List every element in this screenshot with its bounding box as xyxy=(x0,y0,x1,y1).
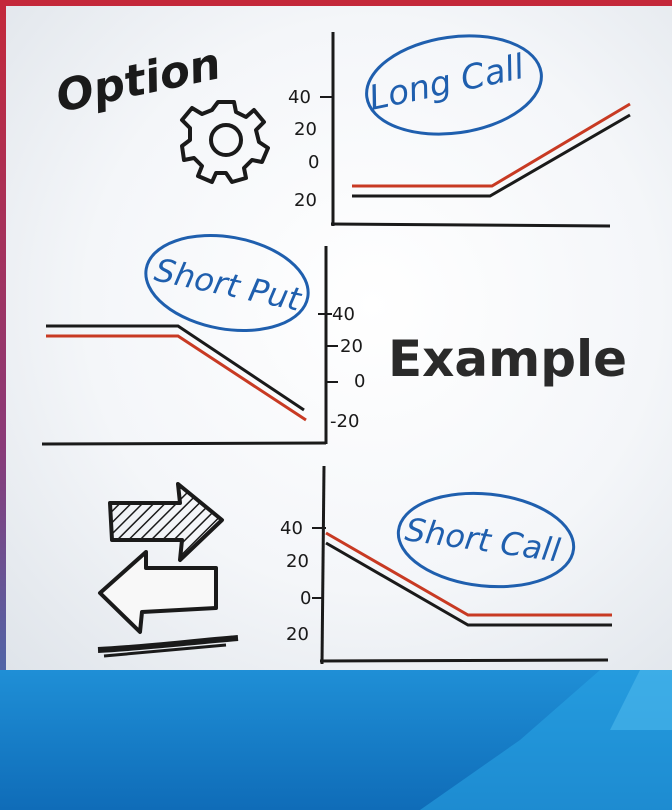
short-call-tick-label: 0 xyxy=(300,588,311,609)
short-put-label: Short Put xyxy=(151,251,305,319)
short-call-y-axis xyxy=(320,465,326,665)
short-call-tick-label: 20 xyxy=(286,624,309,645)
short-call-tick-label: 40 xyxy=(280,518,303,539)
gear-icon xyxy=(180,100,270,184)
long-call-x-axis xyxy=(330,222,611,228)
short-put-tick-label: 0 xyxy=(354,371,365,392)
long-call-tick-label: 0 xyxy=(308,152,319,173)
long-call-tick-label: 20 xyxy=(294,119,317,140)
center-word: Example xyxy=(388,330,627,388)
short-put-payoff-black xyxy=(46,324,305,412)
short-put-tick-label: 40 xyxy=(332,304,355,325)
long-call-payoff-red xyxy=(352,102,631,188)
short-call-label: Short Call xyxy=(403,510,563,569)
short-put-x-axis xyxy=(41,441,327,446)
long-call-tick-label: 40 xyxy=(288,87,311,108)
panel-short-put: 40 20 0 -20 Short Put xyxy=(41,234,365,446)
long-call-tick-label: 20 xyxy=(294,190,317,211)
short-put-tick-label: -20 xyxy=(330,411,359,432)
panel-short-call: 40 20 0 20 Short Call xyxy=(280,465,612,665)
short-call-tick-label: 20 xyxy=(286,551,309,572)
panel-long-call: 40 20 0 20 Long Call xyxy=(288,32,631,228)
short-call-x-axis xyxy=(319,658,609,663)
swap-arrows-icon xyxy=(97,482,239,658)
short-put-tick-label: 20 xyxy=(340,336,363,357)
short-put-payoff-red xyxy=(46,334,307,422)
sketch-artwork: Option 40 20 0 20 Long Call 40 20 0 -20 xyxy=(41,32,631,665)
